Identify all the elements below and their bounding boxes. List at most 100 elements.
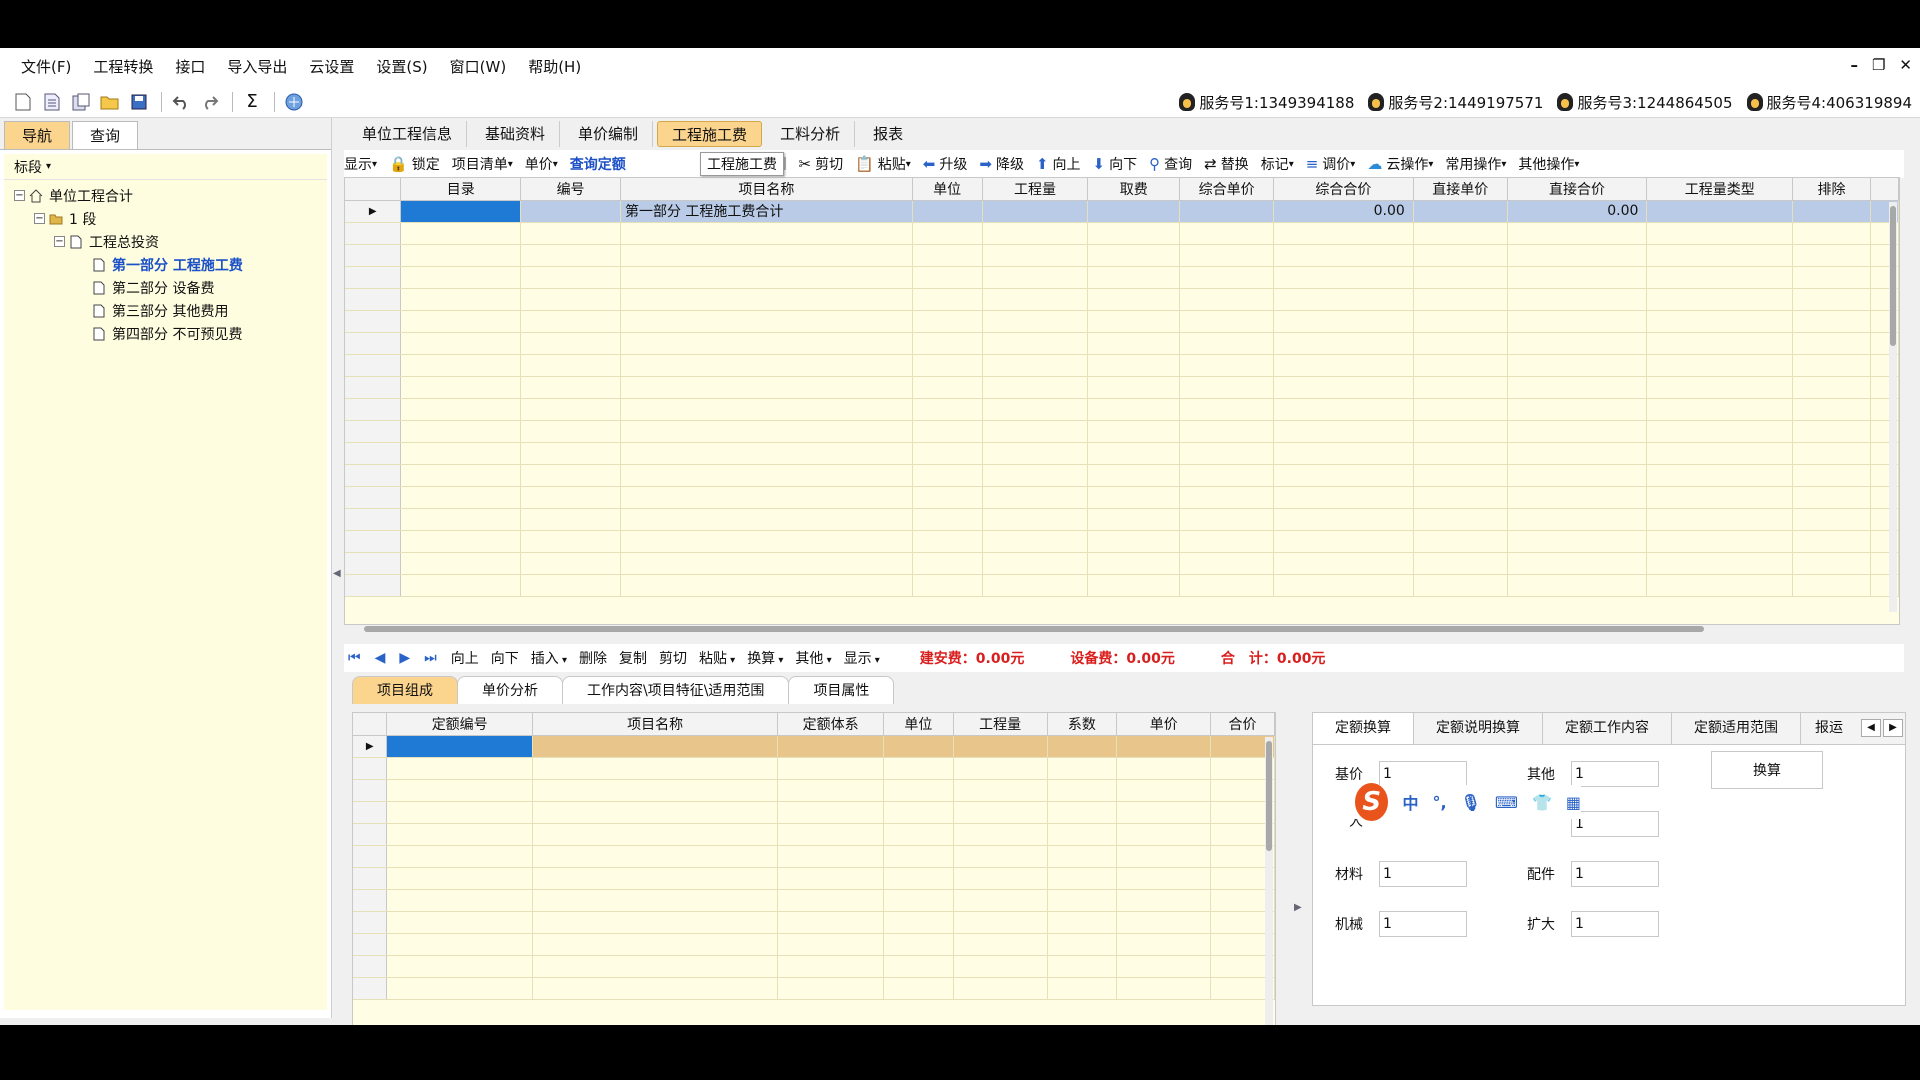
table-cell[interactable] <box>532 889 779 912</box>
table-cell[interactable] <box>982 442 1089 465</box>
table-cell[interactable] <box>1047 911 1118 934</box>
table-cell[interactable] <box>1413 442 1508 465</box>
table-cell[interactable] <box>400 354 522 377</box>
table-cell[interactable] <box>883 933 954 956</box>
table-cell[interactable] <box>532 977 779 1000</box>
table-cell[interactable] <box>1792 354 1871 377</box>
empty-row[interactable] <box>345 310 1899 333</box>
pane-splitter[interactable]: ◀ <box>332 118 342 1018</box>
table-cell[interactable] <box>912 530 983 553</box>
table-cell[interactable] <box>982 244 1089 267</box>
lower-display-dropdown[interactable]: 显示 <box>844 648 880 668</box>
table-cell[interactable] <box>1179 574 1275 597</box>
redo-icon[interactable] <box>197 89 223 115</box>
table-cell[interactable] <box>1179 508 1275 531</box>
table-cell[interactable] <box>1646 354 1794 377</box>
table-cell[interactable] <box>1792 244 1871 267</box>
table-cell[interactable] <box>620 354 913 377</box>
table-cell[interactable] <box>1116 823 1212 846</box>
table-cell[interactable] <box>953 801 1048 824</box>
table-cell[interactable] <box>1087 222 1181 245</box>
table-cell[interactable] <box>532 735 779 758</box>
table-cell[interactable] <box>1646 442 1794 465</box>
table-cell[interactable] <box>1179 266 1275 289</box>
table-cell[interactable] <box>620 574 913 597</box>
table-cell[interactable] <box>953 845 1048 868</box>
table-cell[interactable] <box>386 735 533 758</box>
table-cell[interactable] <box>883 911 954 934</box>
empty-row[interactable] <box>345 332 1899 355</box>
table-cell[interactable] <box>532 801 779 824</box>
table-cell[interactable] <box>1116 801 1212 824</box>
table-cell[interactable] <box>912 508 983 531</box>
table-cell[interactable] <box>1116 735 1212 758</box>
table-cell[interactable] <box>1087 398 1181 421</box>
table-cell[interactable] <box>1179 398 1275 421</box>
tree-node-part-4[interactable]: 第四部分 不可预见费 <box>4 322 327 345</box>
table-cell[interactable] <box>1507 310 1648 333</box>
table-cell[interactable] <box>1646 508 1794 531</box>
table-cell[interactable] <box>1507 508 1648 531</box>
table-cell[interactable] <box>912 464 983 487</box>
tab-item-composition[interactable]: 项目组成 <box>352 676 458 704</box>
table-cell[interactable] <box>386 933 533 956</box>
table-cell[interactable] <box>953 867 1048 890</box>
service-contact-4[interactable]: 服务号4:406319894 <box>1746 92 1912 113</box>
query-quota-button[interactable]: 查询定额 <box>570 154 626 174</box>
table-cell[interactable] <box>982 508 1089 531</box>
table-cell[interactable] <box>520 508 621 531</box>
ime-mode-chinese[interactable]: 中 <box>1402 790 1418 814</box>
horizontal-scrollbar[interactable] <box>360 625 1704 633</box>
table-cell[interactable] <box>400 486 522 509</box>
table-cell[interactable] <box>1792 398 1871 421</box>
empty-row[interactable] <box>345 222 1899 245</box>
expand-input[interactable]: 1 <box>1571 911 1659 937</box>
table-cell[interactable] <box>1646 552 1794 575</box>
empty-row[interactable] <box>345 354 1899 377</box>
table-cell[interactable] <box>1646 530 1794 553</box>
tab-work-content[interactable]: 工作内容\项目特征\适用范围 <box>562 676 790 704</box>
table-cell[interactable] <box>1507 464 1648 487</box>
col-header-code[interactable]: 编号 <box>520 178 621 201</box>
convert-dropdown[interactable]: 换算 <box>747 648 783 668</box>
table-cell[interactable] <box>1047 823 1118 846</box>
table-cell[interactable] <box>400 222 522 245</box>
table-cell[interactable] <box>520 442 621 465</box>
convert-button[interactable]: 换算 <box>1711 751 1823 789</box>
table-cell[interactable] <box>1792 266 1871 289</box>
table-cell[interactable] <box>1116 867 1212 890</box>
table-cell[interactable] <box>1413 244 1508 267</box>
table-cell[interactable]: 第一部分 工程施工费合计 <box>620 200 913 223</box>
table-cell[interactable] <box>1116 845 1212 868</box>
empty-row[interactable] <box>345 442 1899 465</box>
lower-splitter[interactable]: ▶ <box>1290 698 1306 1056</box>
table-cell[interactable] <box>1179 354 1275 377</box>
display-dropdown[interactable]: 显示 <box>344 154 377 174</box>
table-cell[interactable] <box>1413 508 1508 531</box>
table-cell[interactable] <box>1792 332 1871 355</box>
empty-row[interactable] <box>345 508 1899 531</box>
tab-quota-conversion[interactable]: 定额换算 <box>1313 713 1414 744</box>
table-cell[interactable] <box>1792 464 1871 487</box>
material-input[interactable]: 1 <box>1379 861 1467 887</box>
table-cell[interactable] <box>1179 486 1275 509</box>
table-cell[interactable] <box>1273 288 1414 311</box>
table-cell[interactable] <box>1047 977 1118 1000</box>
table-cell[interactable] <box>982 398 1089 421</box>
machine-input[interactable]: 1 <box>1379 911 1467 937</box>
lower-move-down-button[interactable]: 向下 <box>491 648 519 668</box>
table-cell[interactable] <box>1646 420 1794 443</box>
table-cell[interactable] <box>1413 464 1508 487</box>
empty-row[interactable] <box>345 376 1899 399</box>
table-cell[interactable] <box>1273 420 1414 443</box>
col-header-fee[interactable]: 取费 <box>1087 178 1181 201</box>
table-cell[interactable] <box>982 530 1089 553</box>
table-cell[interactable] <box>1792 530 1871 553</box>
table-row[interactable]: ▶ <box>353 735 1275 758</box>
tab-unit-project-info[interactable]: 单位工程信息 <box>348 121 468 147</box>
table-cell[interactable] <box>520 266 621 289</box>
tab-item-properties[interactable]: 项目属性 <box>788 676 895 704</box>
collapse-icon[interactable]: − <box>34 213 45 224</box>
parts-input[interactable]: 1 <box>1571 861 1659 887</box>
table-cell[interactable] <box>620 288 913 311</box>
